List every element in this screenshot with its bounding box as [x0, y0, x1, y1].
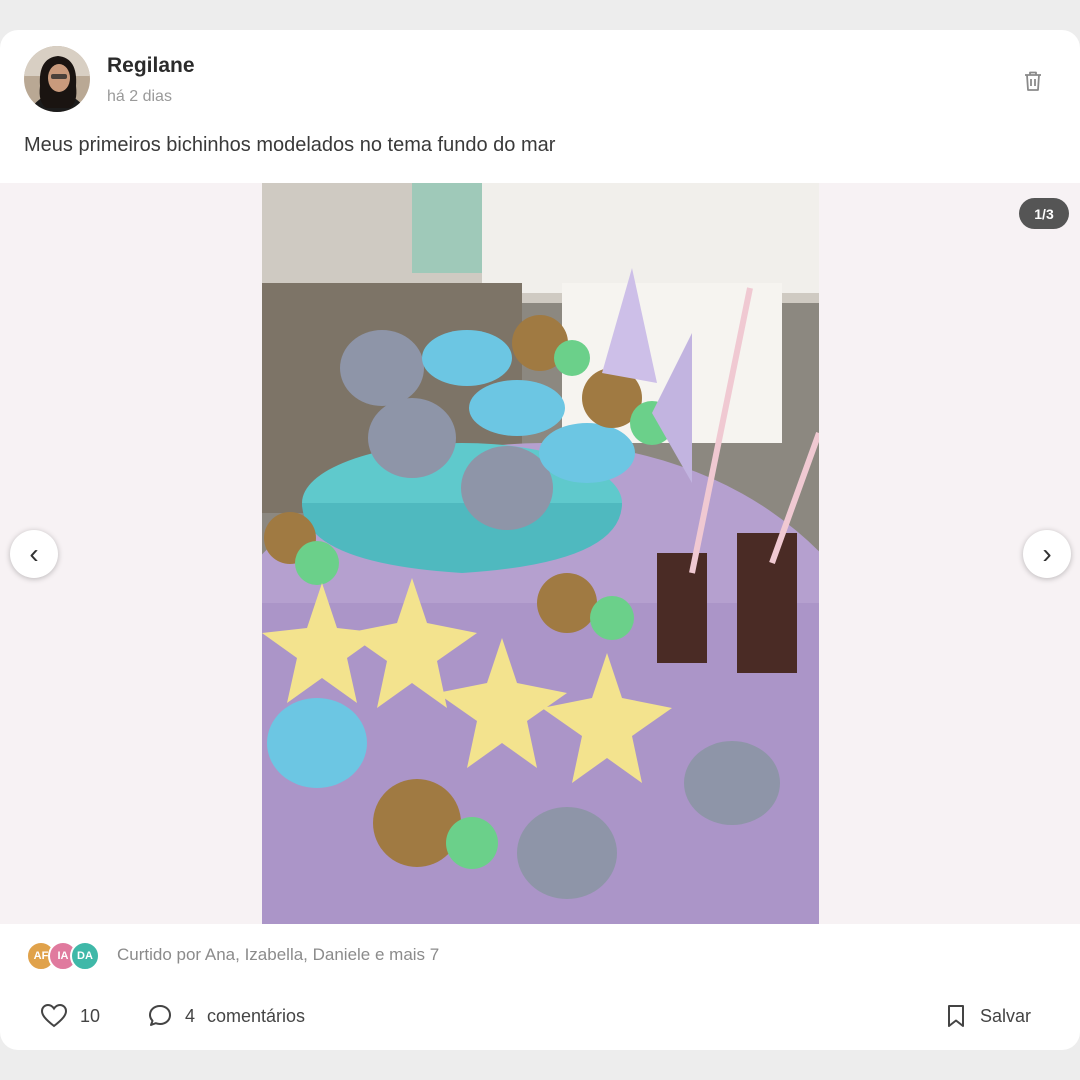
- post-actions: 10 4 comentários Salvar: [0, 1000, 1080, 1032]
- heart-icon: [40, 1003, 68, 1028]
- sea-themed-sweets-photo: [262, 183, 819, 924]
- post-timestamp: há 2 dias: [107, 88, 172, 105]
- comment-count: 4: [185, 1005, 196, 1026]
- like-button[interactable]: 10: [40, 1000, 100, 1032]
- bookmark-icon: [948, 1005, 964, 1027]
- save-button[interactable]: Salvar: [944, 1000, 1031, 1032]
- chevron-right-icon: ›: [1042, 538, 1052, 569]
- save-label: Salvar: [980, 1005, 1032, 1026]
- like-count: 10: [80, 1005, 101, 1026]
- post-image[interactable]: [262, 183, 819, 924]
- user-photo-icon: [24, 46, 90, 112]
- media-carousel: [0, 183, 1080, 924]
- liked-by-text[interactable]: Curtido por Ana, Izabella, Daniele e mai…: [117, 945, 439, 965]
- comment-label: comentários: [207, 1005, 306, 1026]
- delete-button[interactable]: [1018, 66, 1048, 96]
- post-card: Regilane há 2 dias Meus primeiros bichin…: [0, 30, 1080, 1050]
- trash-icon: [1025, 71, 1041, 91]
- next-slide-button[interactable]: ›: [1023, 530, 1071, 578]
- comment-bubble-icon: [149, 1005, 171, 1026]
- comments-button[interactable]: 4 comentários: [147, 1000, 305, 1032]
- author-name[interactable]: Regilane: [107, 54, 195, 78]
- post-caption: Meus primeiros bichinhos modelados no te…: [24, 134, 556, 156]
- previous-slide-button[interactable]: ‹: [10, 530, 58, 578]
- chevron-left-icon: ‹: [29, 538, 39, 569]
- slide-counter: 1/3: [1019, 198, 1069, 229]
- liker-avatar: DA: [70, 941, 100, 971]
- author-avatar[interactable]: [24, 46, 90, 112]
- liker-avatars[interactable]: AF IA DA: [26, 941, 100, 971]
